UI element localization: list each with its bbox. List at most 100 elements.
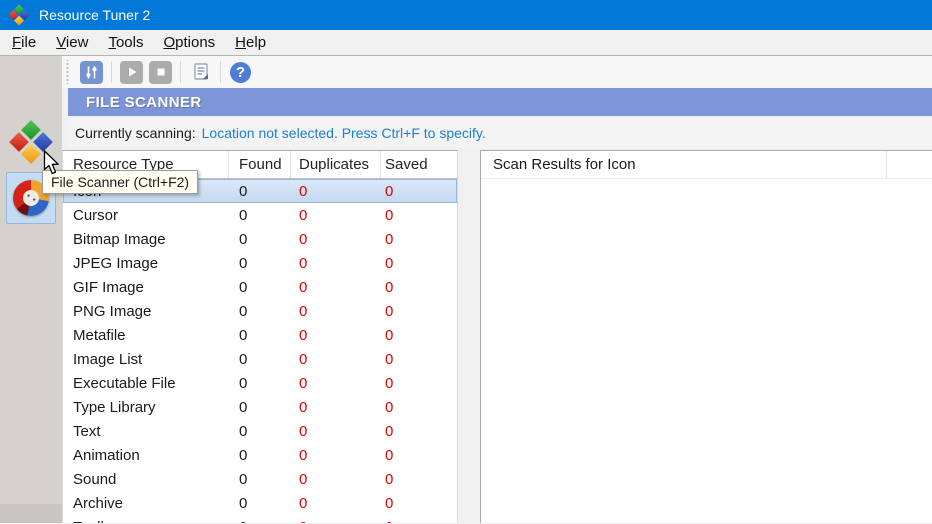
status-label: Currently scanning: [75, 125, 196, 141]
cell-saved: 0 [381, 515, 457, 524]
table-row[interactable]: Sound 0 0 0 [63, 467, 457, 491]
cell-duplicates: 0 [299, 422, 308, 440]
cell-type: Toolbar [63, 515, 229, 524]
menu-file[interactable]: File [2, 30, 46, 55]
report-button[interactable] [189, 61, 212, 84]
cell-saved: 0 [385, 278, 394, 296]
cell-found: 0 [239, 230, 248, 248]
cell-type: Archive [73, 494, 124, 512]
cell-type: Text [73, 422, 101, 440]
cell-saved: 0 [385, 398, 394, 416]
menu-tools[interactable]: Tools [98, 30, 153, 55]
table-row[interactable]: JPEG Image 0 0 0 [63, 251, 457, 275]
table-row[interactable]: Executable File 0 0 0 [63, 371, 457, 395]
mouse-cursor-icon [43, 150, 59, 175]
file-scanner-banner: FILE SCANNER [68, 88, 932, 116]
column-header-found[interactable]: Found [229, 151, 291, 178]
tooltip-text: File Scanner (Ctrl+F2) [51, 174, 190, 190]
table-row[interactable]: Animation 0 0 0 [63, 443, 457, 467]
cell-type: Type Library [73, 398, 156, 416]
cell-found: 0 [239, 278, 248, 296]
cell-type: Bitmap Image [73, 230, 166, 248]
cell-duplicates: 0 [291, 515, 381, 524]
cell-duplicates: 0 [299, 374, 308, 392]
cell-saved: 0 [385, 254, 394, 272]
cell-saved: 0 [385, 446, 394, 464]
cell-saved: 0 [385, 182, 394, 200]
cell-found: 0 [239, 302, 248, 320]
results-column-divider[interactable] [886, 151, 887, 178]
cell-saved: 0 [385, 374, 394, 392]
cell-found: 0 [239, 446, 248, 464]
cell-duplicates: 0 [299, 326, 308, 344]
table-row[interactable]: Metafile 0 0 0 [63, 323, 457, 347]
cell-found: 0 [239, 326, 248, 344]
tuner-options-button[interactable] [80, 60, 103, 84]
cell-found: 0 [239, 182, 248, 200]
panel-splitter[interactable] [458, 150, 480, 523]
table-row[interactable]: PNG Image 0 0 0 [63, 299, 457, 323]
table-row[interactable]: Cursor 0 0 0 [63, 203, 457, 227]
scan-status-bar: Currently scanning: Location not selecte… [68, 118, 932, 148]
menu-bar: File View Tools Options Help [0, 30, 932, 56]
window-title: Resource Tuner 2 [39, 7, 151, 23]
app-logo-icon [8, 4, 30, 26]
cell-type: PNG Image [73, 302, 152, 320]
report-icon [193, 63, 208, 80]
help-button[interactable]: ? [229, 61, 252, 84]
toolbar-grip-handle[interactable] [65, 60, 70, 84]
table-row[interactable]: Type Library 0 0 0 [63, 395, 457, 419]
results-header-row: Scan Results for Icon [481, 151, 932, 179]
toolbar-separator [180, 61, 181, 83]
cell-saved: 0 [385, 326, 394, 344]
file-scanner-tooltip: File Scanner (Ctrl+F2) [42, 170, 199, 194]
cell-duplicates: 0 [299, 230, 308, 248]
cell-found: 0 [239, 494, 248, 512]
cell-saved: 0 [385, 350, 394, 368]
cell-saved: 0 [385, 494, 394, 512]
cell-type: Sound [73, 470, 117, 488]
cell-type: Metafile [73, 326, 126, 344]
column-header-duplicates[interactable]: Duplicates [291, 151, 381, 178]
cell-saved: 0 [385, 230, 394, 248]
toolbar: ? [62, 56, 932, 88]
cell-saved: 0 [385, 302, 394, 320]
banner-title: FILE SCANNER [86, 93, 202, 111]
table-row[interactable]: GIF Image 0 0 0 [63, 275, 457, 299]
cell-duplicates: 0 [299, 470, 308, 488]
cell-found: 0 [239, 374, 248, 392]
cell-duplicates: 0 [299, 254, 308, 272]
results-header-label: Scan Results for Icon [493, 156, 636, 173]
start-scan-button[interactable] [120, 60, 143, 84]
cell-duplicates: 0 [299, 182, 308, 200]
cell-found: 0 [229, 515, 291, 524]
toolbar-separator [111, 61, 112, 83]
cell-found: 0 [239, 206, 248, 224]
cell-found: 0 [239, 398, 248, 416]
cell-duplicates: 0 [299, 206, 308, 224]
column-header-saved[interactable]: Saved [381, 151, 457, 178]
table-row[interactable]: Image List 0 0 0 [63, 347, 457, 371]
cell-found: 0 [239, 254, 248, 272]
menu-help[interactable]: Help [225, 30, 276, 55]
cell-type: JPEG Image [73, 254, 159, 272]
table-row[interactable]: Bitmap Image 0 0 0 [63, 227, 457, 251]
stop-icon [157, 68, 164, 76]
cell-found: 0 [239, 350, 248, 368]
table-row[interactable]: Archive 0 0 0 [63, 491, 457, 515]
cell-type: Animation [73, 446, 140, 464]
select-location-link[interactable]: Location not selected. Press Ctrl+F to s… [202, 125, 486, 141]
menu-view[interactable]: View [46, 30, 98, 55]
cell-duplicates: 0 [299, 302, 308, 320]
table-row[interactable]: Text 0 0 0 [63, 419, 457, 443]
sidebar-bottom-strip [0, 504, 62, 523]
cell-duplicates: 0 [299, 494, 308, 512]
cell-type: Cursor [73, 206, 119, 224]
stop-scan-button[interactable] [149, 60, 172, 84]
cell-type: GIF Image [73, 278, 144, 296]
scan-results-panel: Scan Results for Icon [480, 150, 932, 523]
cell-saved: 0 [385, 422, 394, 440]
table-row[interactable]: Toolbar000 [63, 515, 457, 524]
cell-duplicates: 0 [299, 446, 308, 464]
menu-options[interactable]: Options [153, 30, 225, 55]
